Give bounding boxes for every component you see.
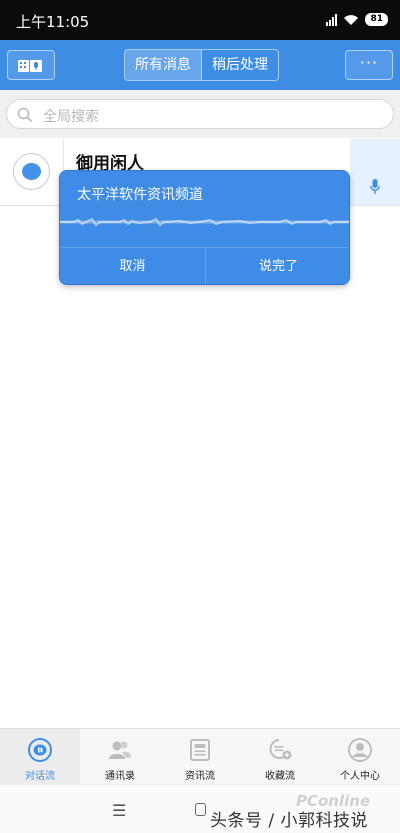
favorites-icon	[269, 739, 292, 760]
voice-input-dialog: 太平洋软件资讯频道 取消 说完了	[59, 170, 350, 285]
home-nav-icon[interactable]	[195, 803, 206, 816]
tab-profile[interactable]: 个人中心	[320, 729, 400, 784]
done-speaking-button[interactable]: 说完了	[206, 248, 349, 284]
microphone-icon	[370, 179, 380, 194]
search-placeholder: 全局搜索	[43, 109, 99, 125]
audio-waveform	[60, 217, 349, 227]
signal-icon	[326, 13, 338, 26]
voice-reply-button[interactable]	[350, 139, 400, 205]
tab-conversations[interactable]: 对话流	[0, 729, 80, 784]
dialog-buttons: 取消 说完了	[60, 247, 349, 284]
profile-icon	[348, 738, 372, 762]
conversation-avatar-cell	[0, 139, 64, 205]
status-icons: 81	[326, 13, 388, 26]
watermark-text: 头条号 / 小郭科技说	[210, 811, 369, 831]
search-input[interactable]: 全局搜索	[6, 99, 394, 129]
tab-favorites[interactable]: 收藏流	[240, 729, 320, 784]
keyboard-mic-icon	[18, 60, 42, 72]
bottom-tab-bar: 对话流 通讯录 资讯流 收藏流 个人中心	[0, 728, 400, 784]
menu-nav-icon[interactable]: ☰	[112, 801, 126, 820]
more-button[interactable]: ···	[345, 50, 393, 80]
contacts-icon	[109, 741, 132, 759]
tab-label: 收藏流	[265, 771, 295, 782]
tab-news[interactable]: 资讯流	[160, 729, 240, 784]
status-bar: 上午11:05 81	[0, 0, 400, 40]
message-filter-tabs: 所有消息 稍后处理	[124, 49, 279, 81]
news-icon	[190, 739, 210, 761]
voice-input-button[interactable]	[7, 50, 55, 80]
status-time: 上午11:05	[16, 13, 90, 31]
header-bar: 所有消息 稍后处理 ···	[0, 40, 400, 90]
search-area: 全局搜索	[0, 90, 400, 138]
tab-label: 个人中心	[340, 771, 380, 782]
dialog-transcript: 太平洋软件资讯频道	[77, 187, 203, 203]
avatar	[13, 153, 50, 190]
cancel-button[interactable]: 取消	[60, 248, 206, 284]
tab-label: 对话流	[25, 771, 55, 782]
search-icon	[17, 107, 33, 123]
tab-label: 通讯录	[105, 771, 135, 782]
tab-label: 资讯流	[185, 771, 215, 782]
chat-bubble-icon	[22, 163, 41, 180]
chat-bubble-icon	[28, 738, 52, 762]
tab-contacts[interactable]: 通讯录	[80, 729, 160, 784]
wifi-icon	[344, 14, 359, 25]
battery-icon: 81	[365, 13, 388, 26]
tab-later[interactable]: 稍后处理	[202, 50, 278, 80]
tab-all-messages[interactable]: 所有消息	[125, 50, 202, 80]
